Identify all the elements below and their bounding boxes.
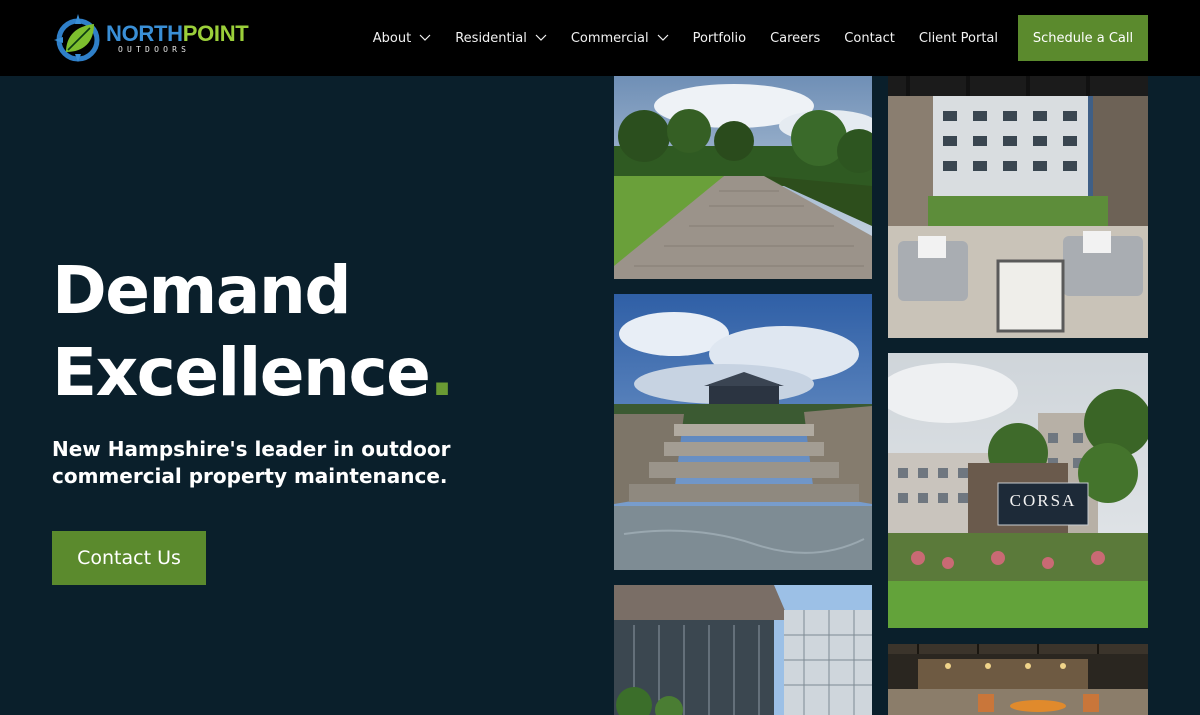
commercial-building-photo [614, 585, 872, 715]
northpoint-logo[interactable]: NORTHPOINT OUTDOORS [52, 6, 252, 70]
logo-name-part1: NORTH [106, 20, 183, 46]
nav-contact[interactable]: Contact [844, 31, 895, 46]
nav-careers[interactable]: Careers [770, 31, 820, 46]
nav-portfolio[interactable]: Portfolio [693, 31, 746, 46]
nav-residential[interactable]: Residential [455, 31, 547, 46]
chevron-down-icon [657, 34, 669, 41]
hero-title-line2: Excellence [52, 334, 431, 411]
site-header: NORTHPOINT OUTDOORS About Residential Co… [0, 0, 1200, 76]
hero-title: Demand Excellence. [52, 250, 454, 414]
hero-title-line1: Demand [52, 252, 352, 329]
paver-walkway-photo [614, 76, 872, 279]
nav-client-portal[interactable]: Client Portal [919, 31, 998, 46]
compass-leaf-icon [52, 12, 104, 64]
corsa-sign-photo: CORSA [888, 353, 1148, 628]
nav-commercial[interactable]: Commercial [571, 31, 669, 46]
main-nav: About Residential Commercial Portfolio C… [349, 0, 1200, 76]
nav-about-label: About [372, 30, 412, 46]
logo-tagline: OUTDOORS [118, 44, 191, 54]
logo-name-part2: POINT [182, 20, 249, 46]
courtyard-lounge-photo [888, 76, 1148, 338]
nav-about[interactable]: About [373, 31, 431, 46]
chevron-down-icon [535, 34, 547, 41]
schedule-call-button[interactable]: Schedule a Call [1018, 15, 1148, 61]
stone-steps-photo [614, 294, 872, 570]
hero-title-dot: . [429, 334, 454, 411]
outdoor-kitchen-photo [888, 644, 1148, 715]
chevron-down-icon [419, 34, 431, 41]
hero-subtitle: New Hampshire's leader in outdoor commer… [52, 437, 451, 488]
corsa-sign-label: CORSA [1009, 491, 1077, 510]
nav-commercial-label: Commercial [570, 30, 649, 46]
contact-us-button[interactable]: Contact Us [52, 531, 206, 585]
nav-residential-label: Residential [455, 30, 527, 46]
